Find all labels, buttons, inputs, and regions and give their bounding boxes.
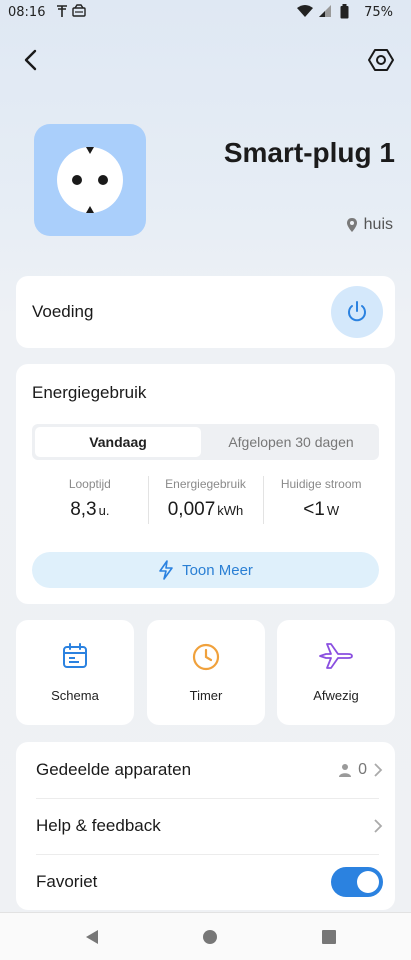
triangle-back-icon [86, 930, 98, 944]
location-pin-icon [346, 218, 357, 232]
shared-devices-label: Gedeelde apparaten [36, 760, 192, 779]
signal-antenna-icon [56, 4, 68, 21]
device-name: Smart-plug 1 [223, 137, 395, 168]
stat-current-power: Huidige stroom <1 W [263, 474, 379, 526]
status-bar: 08:16 75% [0, 0, 411, 26]
battery-icon [340, 4, 349, 22]
help-feedback-label: Help & feedback [36, 816, 161, 835]
calendar-icon [63, 643, 87, 668]
settings-list: Gedeelde apparaten 0 Help & feedback Fav… [16, 742, 395, 910]
stat-energy: Energiegebruik 0,007 kWh [147, 474, 264, 526]
lightning-icon [159, 560, 173, 580]
timer-button[interactable]: Timer [147, 620, 265, 725]
show-more-label: Toon Meer [182, 561, 253, 579]
chevron-right-icon [374, 819, 383, 833]
energy-stats: Looptijd 8,3 u. Energiegebruik 0,007 kWh H… [32, 474, 379, 526]
airplane-icon [319, 643, 353, 669]
shared-devices-row[interactable]: Gedeelde apparaten 0 [36, 742, 383, 798]
stat-label: Energiegebruik [165, 477, 246, 491]
nav-home-button[interactable] [198, 925, 222, 949]
timer-label: Timer [189, 688, 223, 703]
energy-usage-card: Energiegebruik Vandaag Afgelopen 30 dage… [16, 364, 395, 604]
tab-last-30-days[interactable]: Afgelopen 30 dagen [203, 427, 379, 457]
away-label: Afwezig [313, 688, 359, 703]
storage-icon [72, 4, 86, 21]
chevron-right-icon [374, 763, 383, 777]
battery-percentage: 75% [364, 5, 393, 20]
period-segmented-control: Vandaag Afgelopen 30 dagen [32, 424, 379, 460]
favorite-toggle[interactable] [331, 867, 383, 897]
stat-label: Looptijd [68, 477, 111, 491]
schedule-button[interactable]: Schema [16, 620, 134, 725]
schedule-label: Schema [51, 688, 99, 703]
power-toggle-button[interactable] [331, 286, 383, 338]
nav-back-button[interactable] [80, 925, 104, 949]
stat-value: <1 W [303, 499, 340, 520]
square-recents-icon [322, 930, 336, 944]
settings-button[interactable] [365, 44, 397, 76]
status-time: 08:16 [8, 5, 46, 20]
location-label: huis [363, 216, 393, 233]
energy-title: Energiegebruik [32, 383, 147, 402]
nav-recents-button[interactable] [317, 925, 341, 949]
back-button[interactable] [14, 44, 46, 76]
help-feedback-row[interactable]: Help & feedback [36, 798, 383, 854]
show-more-button[interactable]: Toon Meer [32, 552, 379, 588]
power-card: Voeding [16, 276, 395, 348]
device-location: huis [346, 216, 393, 234]
hexagon-settings-icon [368, 49, 394, 71]
tab-today[interactable]: Vandaag [35, 427, 201, 457]
clock-icon [192, 643, 220, 671]
wifi-icon [296, 4, 314, 21]
shared-count: 0 [358, 761, 367, 778]
stat-runtime: Looptijd 8,3 u. [32, 474, 148, 526]
favorite-row: Favoriet [36, 854, 383, 910]
top-bar [0, 40, 411, 80]
away-mode-button[interactable]: Afwezig [277, 620, 395, 725]
cell-signal-icon [318, 4, 332, 21]
power-socket-icon [57, 147, 123, 213]
chevron-left-icon [24, 49, 37, 71]
power-label: Voeding [32, 302, 94, 321]
power-icon [348, 301, 366, 322]
stat-value: 0,007 kWh [167, 499, 244, 520]
stat-label: Huidige stroom [280, 477, 362, 491]
stat-value: 8,3 u. [70, 499, 110, 520]
system-nav-bar [0, 912, 411, 960]
person-icon [339, 764, 352, 777]
favorite-label: Favoriet [36, 872, 98, 891]
circle-home-icon [203, 930, 217, 944]
device-image [34, 124, 146, 236]
